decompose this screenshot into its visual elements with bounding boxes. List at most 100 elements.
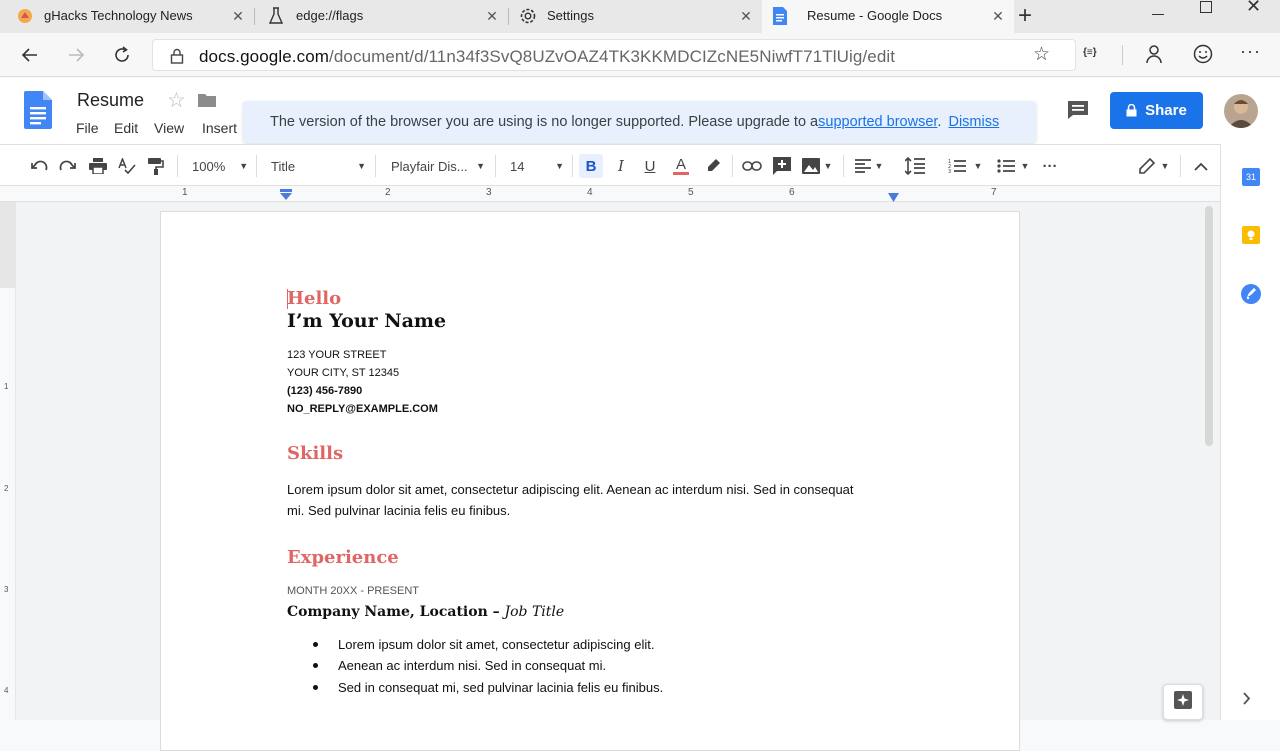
bullet-text: Sed in consequat mi, sed pulvinar lacini… (338, 680, 664, 695)
ruler-number: 6 (789, 187, 795, 198)
document-title[interactable]: Resume (77, 90, 144, 111)
lock-icon (1126, 104, 1137, 117)
menu-insert[interactable]: Insert (202, 120, 237, 136)
supported-browser-link[interactable]: supported browser (818, 114, 937, 130)
font-size-value: 14 (510, 158, 525, 174)
close-tab-icon[interactable]: ✕ (738, 8, 754, 24)
back-icon[interactable] (16, 41, 44, 69)
share-button[interactable]: Share (1110, 92, 1203, 129)
text-color-button[interactable]: A (669, 154, 693, 178)
comments-icon[interactable] (1067, 100, 1089, 125)
flask-icon (268, 7, 284, 25)
svg-text:3: 3 (948, 169, 951, 174)
browser-tab-strip: gHacks Technology News ✕ edge://flags ✕ … (0, 0, 1280, 33)
bold-button[interactable]: B (579, 154, 603, 178)
folder-icon[interactable] (198, 93, 216, 107)
undo-icon[interactable] (27, 154, 51, 178)
vruler-grey-band (0, 202, 16, 288)
unsupported-browser-banner: The version of the browser you are using… (243, 101, 1036, 143)
calendar-icon[interactable]: 31 (1242, 168, 1260, 186)
ghacks-icon (17, 8, 33, 24)
toolbar-divider (495, 155, 496, 177)
list-item: Lorem ipsum dolor sit amet, consectetur … (313, 637, 654, 652)
forward-icon[interactable] (62, 41, 90, 69)
vertical-scrollbar[interactable] (1205, 206, 1213, 446)
gear-icon (519, 7, 537, 25)
ruler-number: 5 (688, 187, 694, 198)
tab-edge-flags[interactable]: edge://flags ✕ (254, 0, 508, 33)
collapse-toolbar-icon[interactable] (1189, 154, 1213, 178)
paint-format-icon[interactable] (144, 154, 168, 178)
refresh-icon[interactable] (108, 41, 136, 69)
style-select[interactable]: Title ▼ (271, 154, 366, 178)
skills-heading: Skills (287, 443, 344, 464)
add-comment-icon[interactable] (770, 154, 794, 178)
redo-icon[interactable] (56, 154, 80, 178)
more-tools-button[interactable]: ··· (1039, 154, 1061, 178)
link-icon[interactable] (740, 154, 764, 178)
maximize-icon[interactable] (1200, 1, 1212, 13)
tab-label: gHacks Technology News (44, 8, 193, 23)
extension-icon[interactable]: {≡} (1083, 47, 1097, 58)
new-tab-button[interactable]: + (1018, 2, 1032, 30)
font-select[interactable]: Playfair Dis... ▼ (391, 154, 485, 178)
close-window-icon[interactable]: ✕ (1246, 0, 1261, 17)
star-icon[interactable]: ☆ (167, 88, 186, 113)
toolbar-divider (256, 155, 257, 177)
minimize-icon[interactable] (1152, 14, 1164, 15)
zoom-select[interactable]: 100% ▼ (192, 154, 248, 178)
expand-panel-icon[interactable] (1243, 692, 1251, 710)
phone-number: (123) 456-7890 (287, 385, 363, 397)
bulleted-list-icon[interactable]: ▼ (993, 154, 1033, 178)
numbered-list-icon[interactable]: 123 ▼ (943, 154, 987, 178)
company-name: Company Name, Location – (287, 604, 505, 620)
tab-ghacks[interactable]: gHacks Technology News ✕ (0, 0, 254, 33)
bullet-dot (313, 642, 318, 647)
profile-icon[interactable] (1145, 44, 1163, 69)
explore-button[interactable] (1163, 684, 1203, 720)
vertical-ruler: 1 2 3 4 (0, 202, 16, 720)
line-spacing-icon[interactable] (903, 154, 927, 178)
horizontal-ruler: 1 2 3 4 5 6 7 (0, 186, 1220, 202)
more-menu-icon[interactable]: ··· (1240, 41, 1261, 62)
italic-button[interactable]: I (609, 154, 633, 178)
feedback-smiley-icon[interactable] (1193, 44, 1213, 69)
print-icon[interactable] (86, 154, 110, 178)
menu-edit[interactable]: Edit (114, 120, 138, 136)
document-page[interactable]: Hello I’m Your Name 123 YOUR STREET YOUR… (160, 211, 1020, 751)
bullet-text: Lorem ipsum dolor sit amet, consectetur … (338, 637, 655, 652)
tab-settings[interactable]: Settings ✕ (508, 0, 762, 33)
editing-mode-icon[interactable]: ▼ (1137, 154, 1171, 178)
align-icon[interactable]: ▼ (852, 154, 886, 178)
dismiss-link[interactable]: Dismiss (948, 114, 999, 130)
text-color-label: A (672, 157, 689, 175)
tasks-icon[interactable] (1241, 284, 1261, 309)
menu-file[interactable]: File (76, 120, 99, 136)
url-text: docs.google.com/document/d/11n34f3SvQ8UZ… (199, 47, 896, 66)
ruler-number: 1 (182, 187, 188, 198)
close-tab-icon[interactable]: ✕ (230, 8, 246, 24)
highlight-pen-icon[interactable] (701, 154, 725, 178)
list-item: Sed in consequat mi, sed pulvinar lacini… (313, 680, 663, 695)
toolbar-divider (177, 155, 178, 177)
insert-image-icon[interactable]: ▼ (800, 154, 834, 178)
tab-resume-docs[interactable]: Resume - Google Docs ✕ (762, 0, 1014, 33)
close-tab-icon[interactable]: ✕ (990, 8, 1006, 24)
job-title: Job Title (504, 604, 565, 620)
spellcheck-icon[interactable] (115, 154, 139, 178)
close-tab-icon[interactable]: ✕ (484, 8, 500, 24)
docs-logo-icon[interactable] (24, 91, 52, 134)
avatar[interactable] (1224, 94, 1258, 128)
font-size-select[interactable]: 14 ▼ (510, 154, 564, 178)
style-value: Title (271, 158, 296, 174)
favorite-star-icon[interactable]: ☆ (1033, 43, 1050, 66)
banner-text: The version of the browser you are using… (270, 114, 1000, 130)
date-range: MONTH 20XX - PRESENT (287, 585, 420, 597)
menu-view[interactable]: View (154, 120, 184, 136)
side-panel: 31 (1220, 144, 1280, 720)
underline-button[interactable]: U (638, 154, 662, 178)
url-bar[interactable]: docs.google.com/document/d/11n34f3SvQ8UZ… (152, 39, 1076, 71)
toolbar-divider (732, 155, 733, 177)
font-value: Playfair Dis... (391, 158, 468, 174)
keep-icon[interactable] (1242, 226, 1260, 249)
